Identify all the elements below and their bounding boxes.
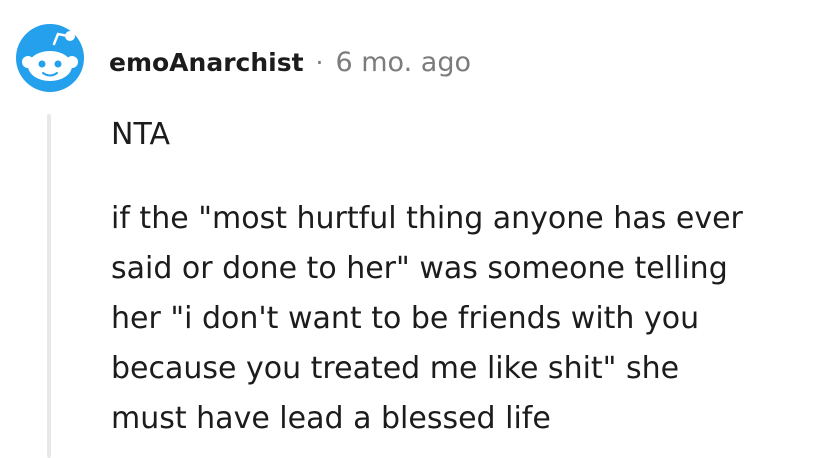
timestamp[interactable]: 6 mo. ago [336, 47, 471, 78]
username-link[interactable]: emoAnarchist [109, 48, 304, 77]
comment-text-line: if the "most hurtful thing anyone has ev… [111, 201, 743, 236]
comment-paragraph: NTA [111, 117, 170, 152]
comment-paragraph: if the "most hurtful thing anyone has ev… [111, 194, 811, 444]
meta-separator: · [315, 47, 324, 77]
avatar-graphic [16, 24, 84, 92]
comment-text-line: must have lead a blessed life [111, 401, 551, 436]
comment: emoAnarchist · 6 mo. ago NTA if the "mos… [0, 0, 819, 458]
comment-text-line: said or done to her" was someone telling [111, 251, 728, 286]
thread-line[interactable] [47, 114, 51, 458]
comment-text-line: because you treated me like shit" she [111, 351, 680, 386]
comment-body: NTA if the "most hurtful thing anyone ha… [111, 110, 811, 444]
comment-header: emoAnarchist · 6 mo. ago [109, 44, 471, 80]
comment-text-line: her "i don't want to be friends with you [111, 301, 700, 336]
reddit-snoo-avatar-icon[interactable] [14, 22, 86, 94]
